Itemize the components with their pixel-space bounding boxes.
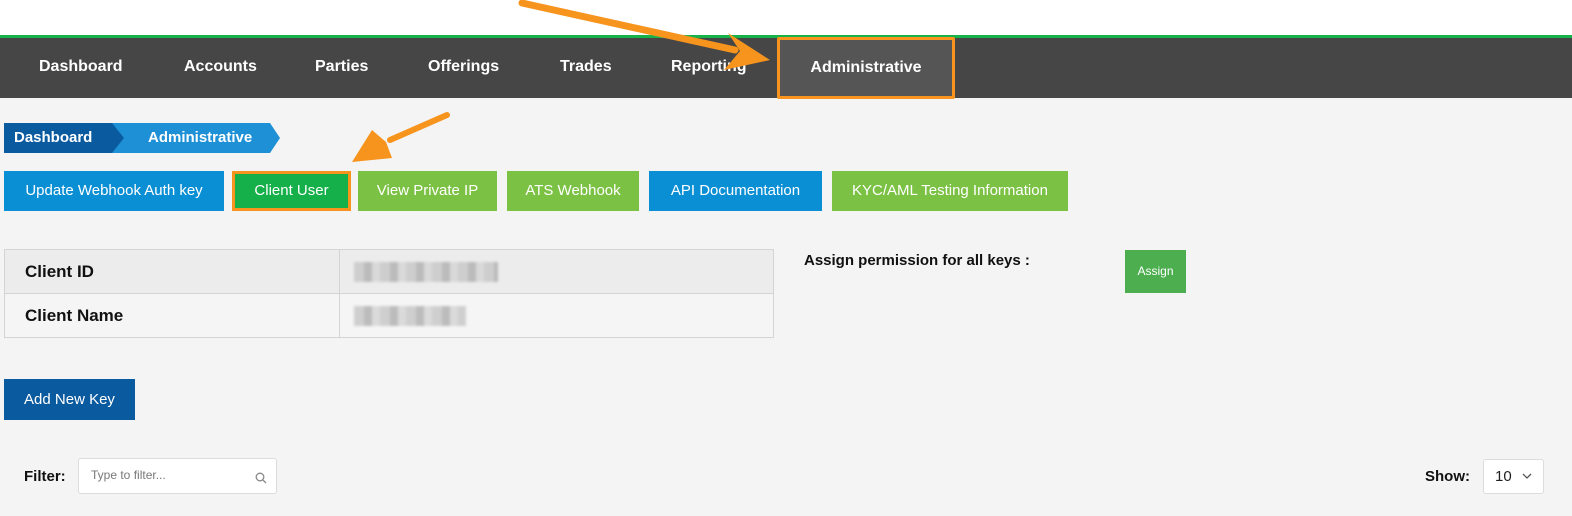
add-new-key-button[interactable]: Add New Key bbox=[4, 379, 135, 420]
breadcrumb-administrative[interactable]: Administrative bbox=[110, 123, 280, 153]
nav-item-administrative[interactable]: Administrative bbox=[777, 37, 955, 99]
nav-item-offerings[interactable]: Offerings bbox=[428, 38, 499, 98]
page-size-select[interactable]: 10 bbox=[1483, 459, 1544, 494]
show-label: Show: bbox=[1425, 468, 1470, 485]
ats-webhook-button[interactable]: ATS Webhook bbox=[507, 171, 639, 211]
client-info-table: Client ID Client Name bbox=[4, 249, 774, 338]
assign-permission-label: Assign permission for all keys : bbox=[804, 252, 1030, 269]
redacted-value bbox=[354, 261, 498, 282]
table-row: Client Name bbox=[4, 293, 774, 338]
annotation-arrow-client-user bbox=[352, 112, 450, 162]
assign-button[interactable]: Assign bbox=[1125, 250, 1186, 293]
nav-item-parties[interactable]: Parties bbox=[315, 38, 368, 98]
breadcrumb-dashboard[interactable]: Dashboard bbox=[4, 123, 124, 153]
table-row: Client ID bbox=[4, 249, 774, 294]
nav-item-reporting[interactable]: Reporting bbox=[671, 38, 747, 98]
client-user-button[interactable]: Client User bbox=[232, 171, 351, 211]
chevron-down-icon bbox=[1522, 473, 1532, 479]
main-nav: Dashboard Accounts Parties Offerings Tra… bbox=[0, 37, 1572, 99]
page-size-value: 10 bbox=[1495, 468, 1512, 485]
filter-field bbox=[78, 458, 277, 494]
update-webhook-auth-key-button[interactable]: Update Webhook Auth key bbox=[4, 171, 224, 211]
top-white-bar bbox=[0, 0, 1572, 35]
filter-input[interactable] bbox=[91, 465, 251, 485]
client-id-label: Client ID bbox=[4, 249, 340, 294]
redacted-value bbox=[354, 305, 466, 326]
api-documentation-button[interactable]: API Documentation bbox=[649, 171, 822, 211]
client-id-value bbox=[339, 249, 774, 294]
nav-item-accounts[interactable]: Accounts bbox=[184, 38, 257, 98]
kyc-aml-testing-information-button[interactable]: KYC/AML Testing Information bbox=[832, 171, 1068, 211]
client-name-label: Client Name bbox=[4, 293, 340, 338]
search-icon bbox=[255, 472, 267, 484]
client-name-value bbox=[339, 293, 774, 338]
nav-item-trades[interactable]: Trades bbox=[560, 38, 612, 98]
nav-item-dashboard[interactable]: Dashboard bbox=[39, 38, 123, 98]
filter-label: Filter: bbox=[24, 468, 66, 485]
view-private-ip-button[interactable]: View Private IP bbox=[358, 171, 497, 211]
